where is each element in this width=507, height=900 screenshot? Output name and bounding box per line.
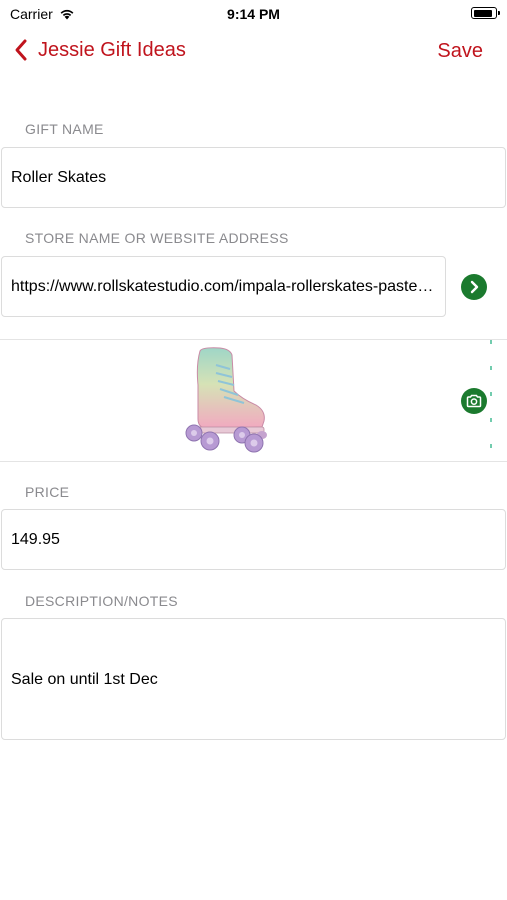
store-url-value: https://www.rollskatestudio.com/impala-r… xyxy=(11,277,435,295)
gift-name-field[interactable]: Roller Skates xyxy=(1,147,506,208)
price-field[interactable]: 149.95 xyxy=(1,509,506,570)
store-url-field[interactable]: https://www.rollskatestudio.com/impala-r… xyxy=(1,256,446,317)
roller-skate-photo[interactable] xyxy=(180,345,270,457)
image-edge-indicator xyxy=(490,340,492,462)
chevron-left-icon xyxy=(15,39,27,61)
gift-image-row xyxy=(0,339,507,462)
price-header: PRICE xyxy=(25,484,70,500)
store-header: STORE NAME OR WEBSITE ADDRESS xyxy=(25,230,289,246)
camera-icon xyxy=(466,394,482,408)
notes-header: DESCRIPTION/NOTES xyxy=(25,593,178,609)
gift-name-header: GIFT NAME xyxy=(25,121,104,137)
status-bar: Carrier 9:14 PM xyxy=(0,0,507,28)
clock: 9:14 PM xyxy=(227,6,280,22)
open-url-button[interactable] xyxy=(461,274,487,300)
navigation-bar: Jessie Gift Ideas Save xyxy=(0,30,507,74)
chevron-right-icon xyxy=(470,280,479,294)
add-photo-button[interactable] xyxy=(461,388,487,414)
store-row: https://www.rollskatestudio.com/impala-r… xyxy=(1,256,506,317)
back-button-label: Jessie Gift Ideas xyxy=(38,38,186,61)
battery-level xyxy=(473,9,492,17)
save-button[interactable]: Save xyxy=(437,40,483,63)
back-button[interactable]: Jessie Gift Ideas xyxy=(14,38,186,62)
battery-icon xyxy=(471,7,500,19)
notes-field[interactable]: Sale on until 1st Dec xyxy=(1,618,506,740)
notes-value: Sale on until 1st Dec xyxy=(11,671,158,688)
gift-name-value: Roller Skates xyxy=(11,168,107,186)
price-value: 149.95 xyxy=(11,530,60,548)
